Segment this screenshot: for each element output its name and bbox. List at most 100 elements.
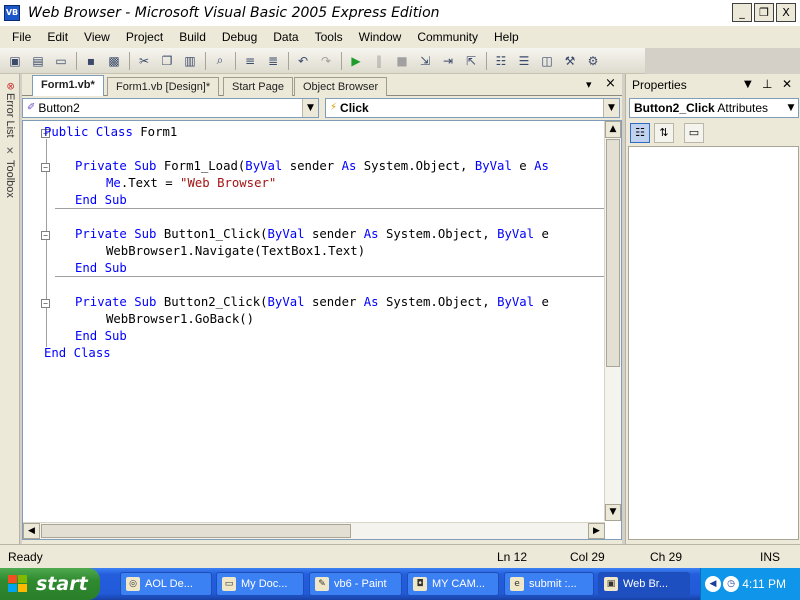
toolbar-separator	[205, 51, 206, 70]
vb-app-icon[interactable]: VB	[4, 5, 20, 21]
task-label: AOL De...	[145, 578, 193, 590]
error-icon: ⊗	[4, 82, 16, 91]
properties-object-combo[interactable]: Button2_Click Attributes ▼	[629, 98, 799, 118]
paste-icon[interactable]: ▥	[181, 52, 199, 70]
tab-object-browser[interactable]: Object Browser	[294, 77, 388, 96]
save-all-icon[interactable]: ▩	[105, 52, 123, 70]
code-navigation-bar: ✐ Button2 ▼ ⚡ Click ▼	[22, 96, 622, 120]
status-bar: Ready Ln 12 Col 29 Ch 29 INS	[0, 544, 800, 568]
identifier: e	[541, 227, 549, 241]
procedure-separator	[55, 276, 605, 277]
collapse-sub-toggle[interactable]: −	[41, 299, 50, 308]
categorized-icon[interactable]: ☷	[630, 123, 650, 143]
tray-clock-icon[interactable]: ◷	[723, 576, 739, 592]
add-project-icon[interactable]: ▣	[6, 52, 24, 70]
panel-menu-icon[interactable]: ▼	[744, 79, 752, 90]
cut-icon[interactable]: ✂	[135, 52, 153, 70]
close-button[interactable]: X	[776, 3, 796, 22]
menu-data[interactable]: Data	[265, 30, 306, 44]
redo-icon[interactable]: ↷	[317, 52, 335, 70]
menu-edit[interactable]: Edit	[39, 30, 76, 44]
taskbar-item-my-cam[interactable]: ◘ MY CAM...	[407, 572, 499, 596]
object-browser-icon[interactable]: ◫	[538, 52, 556, 70]
tray-back-icon[interactable]: ◀	[705, 576, 721, 592]
alphabetical-icon[interactable]: ⇅	[654, 123, 674, 143]
taskbar-item-aol[interactable]: ◎ AOL De...	[120, 572, 212, 596]
save-icon[interactable]: ▪	[82, 52, 100, 70]
vertical-scroll-thumb[interactable]	[606, 139, 620, 367]
menu-tools[interactable]: Tools	[307, 30, 351, 44]
properties-icon[interactable]: ☰	[515, 52, 533, 70]
properties-grid[interactable]	[628, 146, 799, 540]
horizontal-scroll-thumb[interactable]	[41, 524, 351, 538]
step-out-icon[interactable]: ⇱	[462, 52, 480, 70]
close-panel-icon[interactable]: ✕	[782, 77, 792, 91]
horizontal-scrollbar[interactable]: ◀ ▶	[23, 522, 605, 539]
identifier: System.Object,	[386, 295, 490, 309]
menu-help[interactable]: Help	[486, 30, 527, 44]
class-name-combo[interactable]: ✐ Button2 ▼	[22, 98, 319, 118]
chevron-down-icon[interactable]: ▼	[784, 99, 798, 117]
paint-icon: ✎	[315, 577, 329, 591]
copy-icon[interactable]: ❐	[158, 52, 176, 70]
method-name-combo[interactable]: ⚡ Click ▼	[325, 98, 620, 118]
taskbar-item-submit[interactable]: e submit :...	[504, 572, 594, 596]
options-icon[interactable]: ⚙	[584, 52, 602, 70]
taskbar-item-paint[interactable]: ✎ vb6 - Paint	[309, 572, 402, 596]
error-list-tab[interactable]: ⊗ Error List	[1, 82, 19, 138]
keyword: Private	[75, 295, 127, 309]
chevron-down-icon[interactable]: ▼	[603, 99, 619, 117]
menu-project[interactable]: Project	[118, 30, 171, 44]
stop-icon[interactable]: ■	[393, 52, 411, 70]
collapse-sub-toggle[interactable]: −	[41, 231, 50, 240]
close-document-icon[interactable]: ×	[605, 76, 616, 91]
tab-form1-vb[interactable]: Form1.vb*	[32, 75, 104, 96]
menu-window[interactable]: Window	[351, 30, 410, 44]
menu-community[interactable]: Community	[409, 30, 486, 44]
property-pages-icon[interactable]: ▭	[684, 123, 704, 143]
tab-form1-design[interactable]: Form1.vb [Design]*	[107, 77, 220, 96]
keyword: As	[363, 227, 379, 241]
menu-build[interactable]: Build	[171, 30, 214, 44]
undo-icon[interactable]: ↶	[294, 52, 312, 70]
chevron-down-icon[interactable]: ▼	[302, 99, 318, 117]
collapse-sub-toggle[interactable]: −	[41, 163, 50, 172]
taskbar-item-web-browser[interactable]: ▣ Web Br...	[598, 572, 690, 596]
comment-icon[interactable]: ≡	[241, 52, 259, 70]
uncomment-icon[interactable]: ≣	[264, 52, 282, 70]
find-icon[interactable]: ⌕	[211, 52, 229, 70]
pause-icon[interactable]: ‖	[370, 52, 388, 70]
menu-file[interactable]: File	[4, 30, 39, 44]
minimize-button[interactable]: _	[732, 3, 752, 22]
tab-start-page[interactable]: Start Page	[223, 77, 293, 96]
scroll-up-icon[interactable]: ▲	[605, 121, 621, 138]
step-over-icon[interactable]: ⇥	[439, 52, 457, 70]
task-label: submit :...	[529, 578, 577, 590]
camera-icon: ◘	[413, 577, 427, 591]
scroll-left-icon[interactable]: ◀	[23, 523, 40, 539]
code-line: Me.Text = "Web Browser"	[106, 175, 276, 192]
selected-object-name: Button2_Click	[634, 101, 715, 115]
toolbox-icon[interactable]: ⚒	[561, 52, 579, 70]
step-into-icon[interactable]: ⇲	[416, 52, 434, 70]
taskbar-item-my-documents[interactable]: ▭ My Doc...	[216, 572, 304, 596]
toolbox-tab[interactable]: ✕ Toolbox	[1, 146, 19, 198]
start-button[interactable]: start	[0, 568, 100, 600]
menu-bar: File Edit View Project Build Debug Data …	[0, 26, 800, 48]
start-debug-icon[interactable]: ▶	[347, 52, 365, 70]
restore-button[interactable]: ❐	[754, 3, 774, 22]
scroll-right-icon[interactable]: ▶	[588, 523, 605, 539]
open-icon[interactable]: ▭	[52, 52, 70, 70]
pin-icon[interactable]: ⊥	[762, 77, 772, 91]
toolbar-separator	[341, 51, 342, 70]
code-editor[interactable]: − − − − Public Class Form1 Private Sub F…	[22, 120, 622, 540]
menu-view[interactable]: View	[76, 30, 118, 44]
add-item-icon[interactable]: ▤	[29, 52, 47, 70]
tab-list-dropdown-icon[interactable]: ▾	[586, 78, 592, 91]
vertical-scrollbar[interactable]: ▲ ▼	[604, 121, 621, 521]
keyword: ByVal	[267, 295, 305, 309]
scroll-down-icon[interactable]: ▼	[605, 504, 621, 521]
menu-debug[interactable]: Debug	[214, 30, 265, 44]
windows-logo-icon	[8, 575, 28, 593]
solution-explorer-icon[interactable]: ☷	[492, 52, 510, 70]
